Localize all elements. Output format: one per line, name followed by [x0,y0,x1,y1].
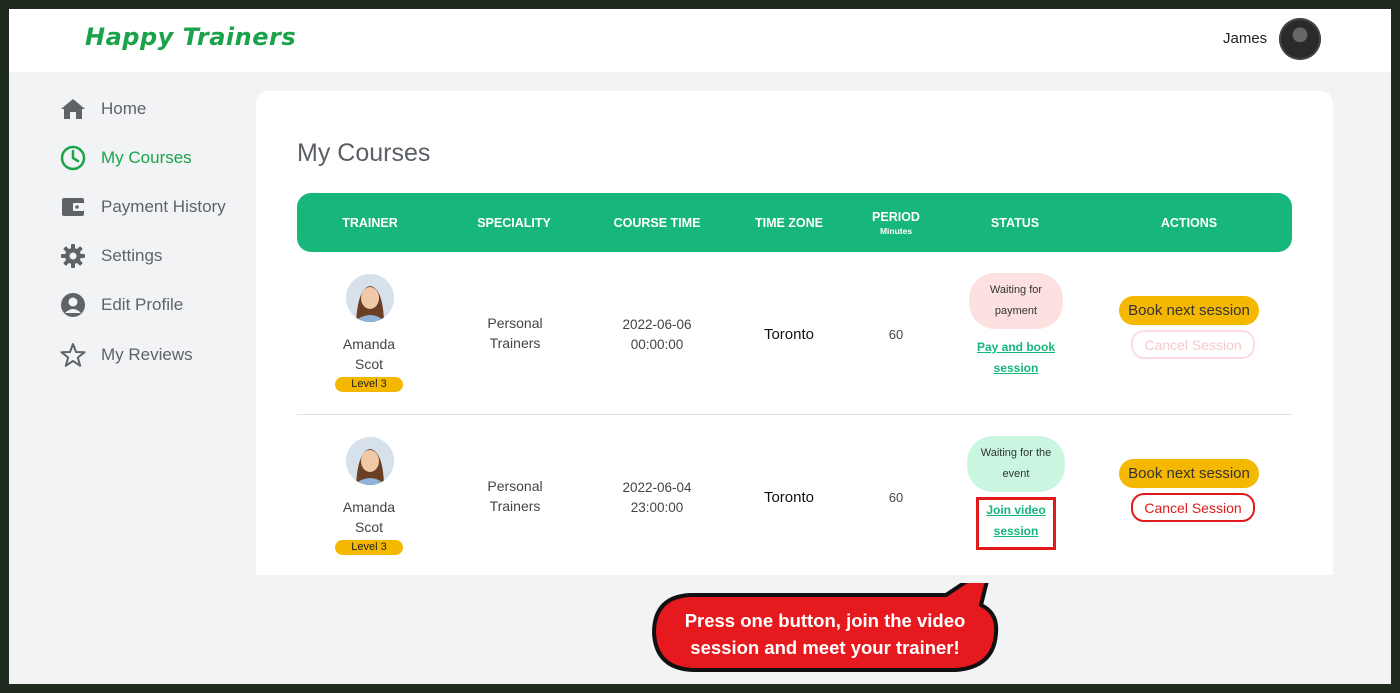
period: 60 [888,490,904,505]
star-outline-icon [59,341,87,369]
status-badge: Waiting for payment [969,273,1063,329]
book-next-session-button[interactable]: Book next session [1119,296,1259,325]
cancel-session-button[interactable]: Cancel Session [1131,493,1255,522]
top-bar: Happy Trainers James [9,9,1391,72]
trainer-name: Amanda Scot [342,336,396,372]
sidebar-item-label: Home [101,99,147,118]
time-zone: Toronto [763,489,815,506]
table-row: Amanda Scot Level 3 Personal Trainers 20… [297,429,1292,589]
speciality: Personal Trainers [487,478,543,514]
highlight-box [976,497,1056,550]
sidebar-item-label: My Courses [101,148,192,167]
column-header-actions: ACTIONS [1160,215,1218,230]
course-time: 2022-06-04 23:00:00 [622,480,692,515]
home-icon [59,95,87,123]
period: 60 [888,327,904,342]
logo[interactable]: Happy Trainers [85,23,296,51]
sidebar-item-my-courses[interactable]: My Courses [59,143,192,173]
level-badge: Level 3 [335,377,403,392]
clock-icon [59,144,87,172]
table-row: Amanda Scot Level 3 Personal Trainers 20… [297,266,1292,426]
sidebar-item-label: Settings [101,246,163,265]
trainer-avatar[interactable] [346,274,394,322]
level-badge: Level 3 [335,540,403,555]
column-header-trainer: TRAINER [342,215,398,230]
callout-text: Press one button, join the video session… [684,609,966,658]
gear-icon [59,242,87,270]
user-name[interactable]: James [1223,30,1267,47]
trainer-avatar[interactable] [346,437,394,485]
callout-bubble: Press one button, join the video session… [650,583,1000,674]
trainer-name: Amanda Scot [342,499,396,535]
sidebar-item-edit-profile[interactable]: Edit Profile [59,290,183,320]
column-header-time-zone: TIME ZONE [754,215,824,230]
sidebar-item-settings[interactable]: Settings [59,241,162,271]
course-time: 2022-06-06 00:00:00 [622,317,692,352]
column-header-course-time: COURSE TIME [613,215,701,230]
column-header-period: PERIOD Minutes [872,209,920,236]
courses-card: My Courses TRAINER SPECIALITY COURSE TIM… [256,91,1333,575]
row-divider [297,414,1292,415]
sidebar-item-payment-history[interactable]: Payment History [59,192,226,222]
sidebar-item-home[interactable]: Home [59,94,146,124]
app-frame: Happy Trainers James Home My Courses Pay… [9,9,1391,684]
book-next-session-button[interactable]: Book next session [1119,459,1259,488]
time-zone: Toronto [763,326,815,343]
table-header: TRAINER SPECIALITY COURSE TIME TIME ZONE… [297,193,1292,252]
pay-and-book-link[interactable]: Pay and book session [961,337,1071,379]
page-title: My Courses [297,139,431,167]
user-circle-icon [59,291,87,319]
sidebar: Home My Courses Payment History Settings… [9,72,249,684]
column-header-status: STATUS [990,215,1040,230]
sidebar-item-my-reviews[interactable]: My Reviews [59,340,193,370]
column-header-speciality: SPECIALITY [477,215,551,230]
sidebar-item-label: Edit Profile [101,295,184,314]
sidebar-item-label: Payment History [101,197,226,216]
speciality: Personal Trainers [487,315,543,351]
wallet-icon [59,193,87,221]
cancel-session-button-disabled: Cancel Session [1131,330,1255,359]
status-badge: Waiting for the event [967,436,1065,492]
sidebar-item-label: My Reviews [101,345,193,364]
user-avatar[interactable] [1279,18,1321,60]
